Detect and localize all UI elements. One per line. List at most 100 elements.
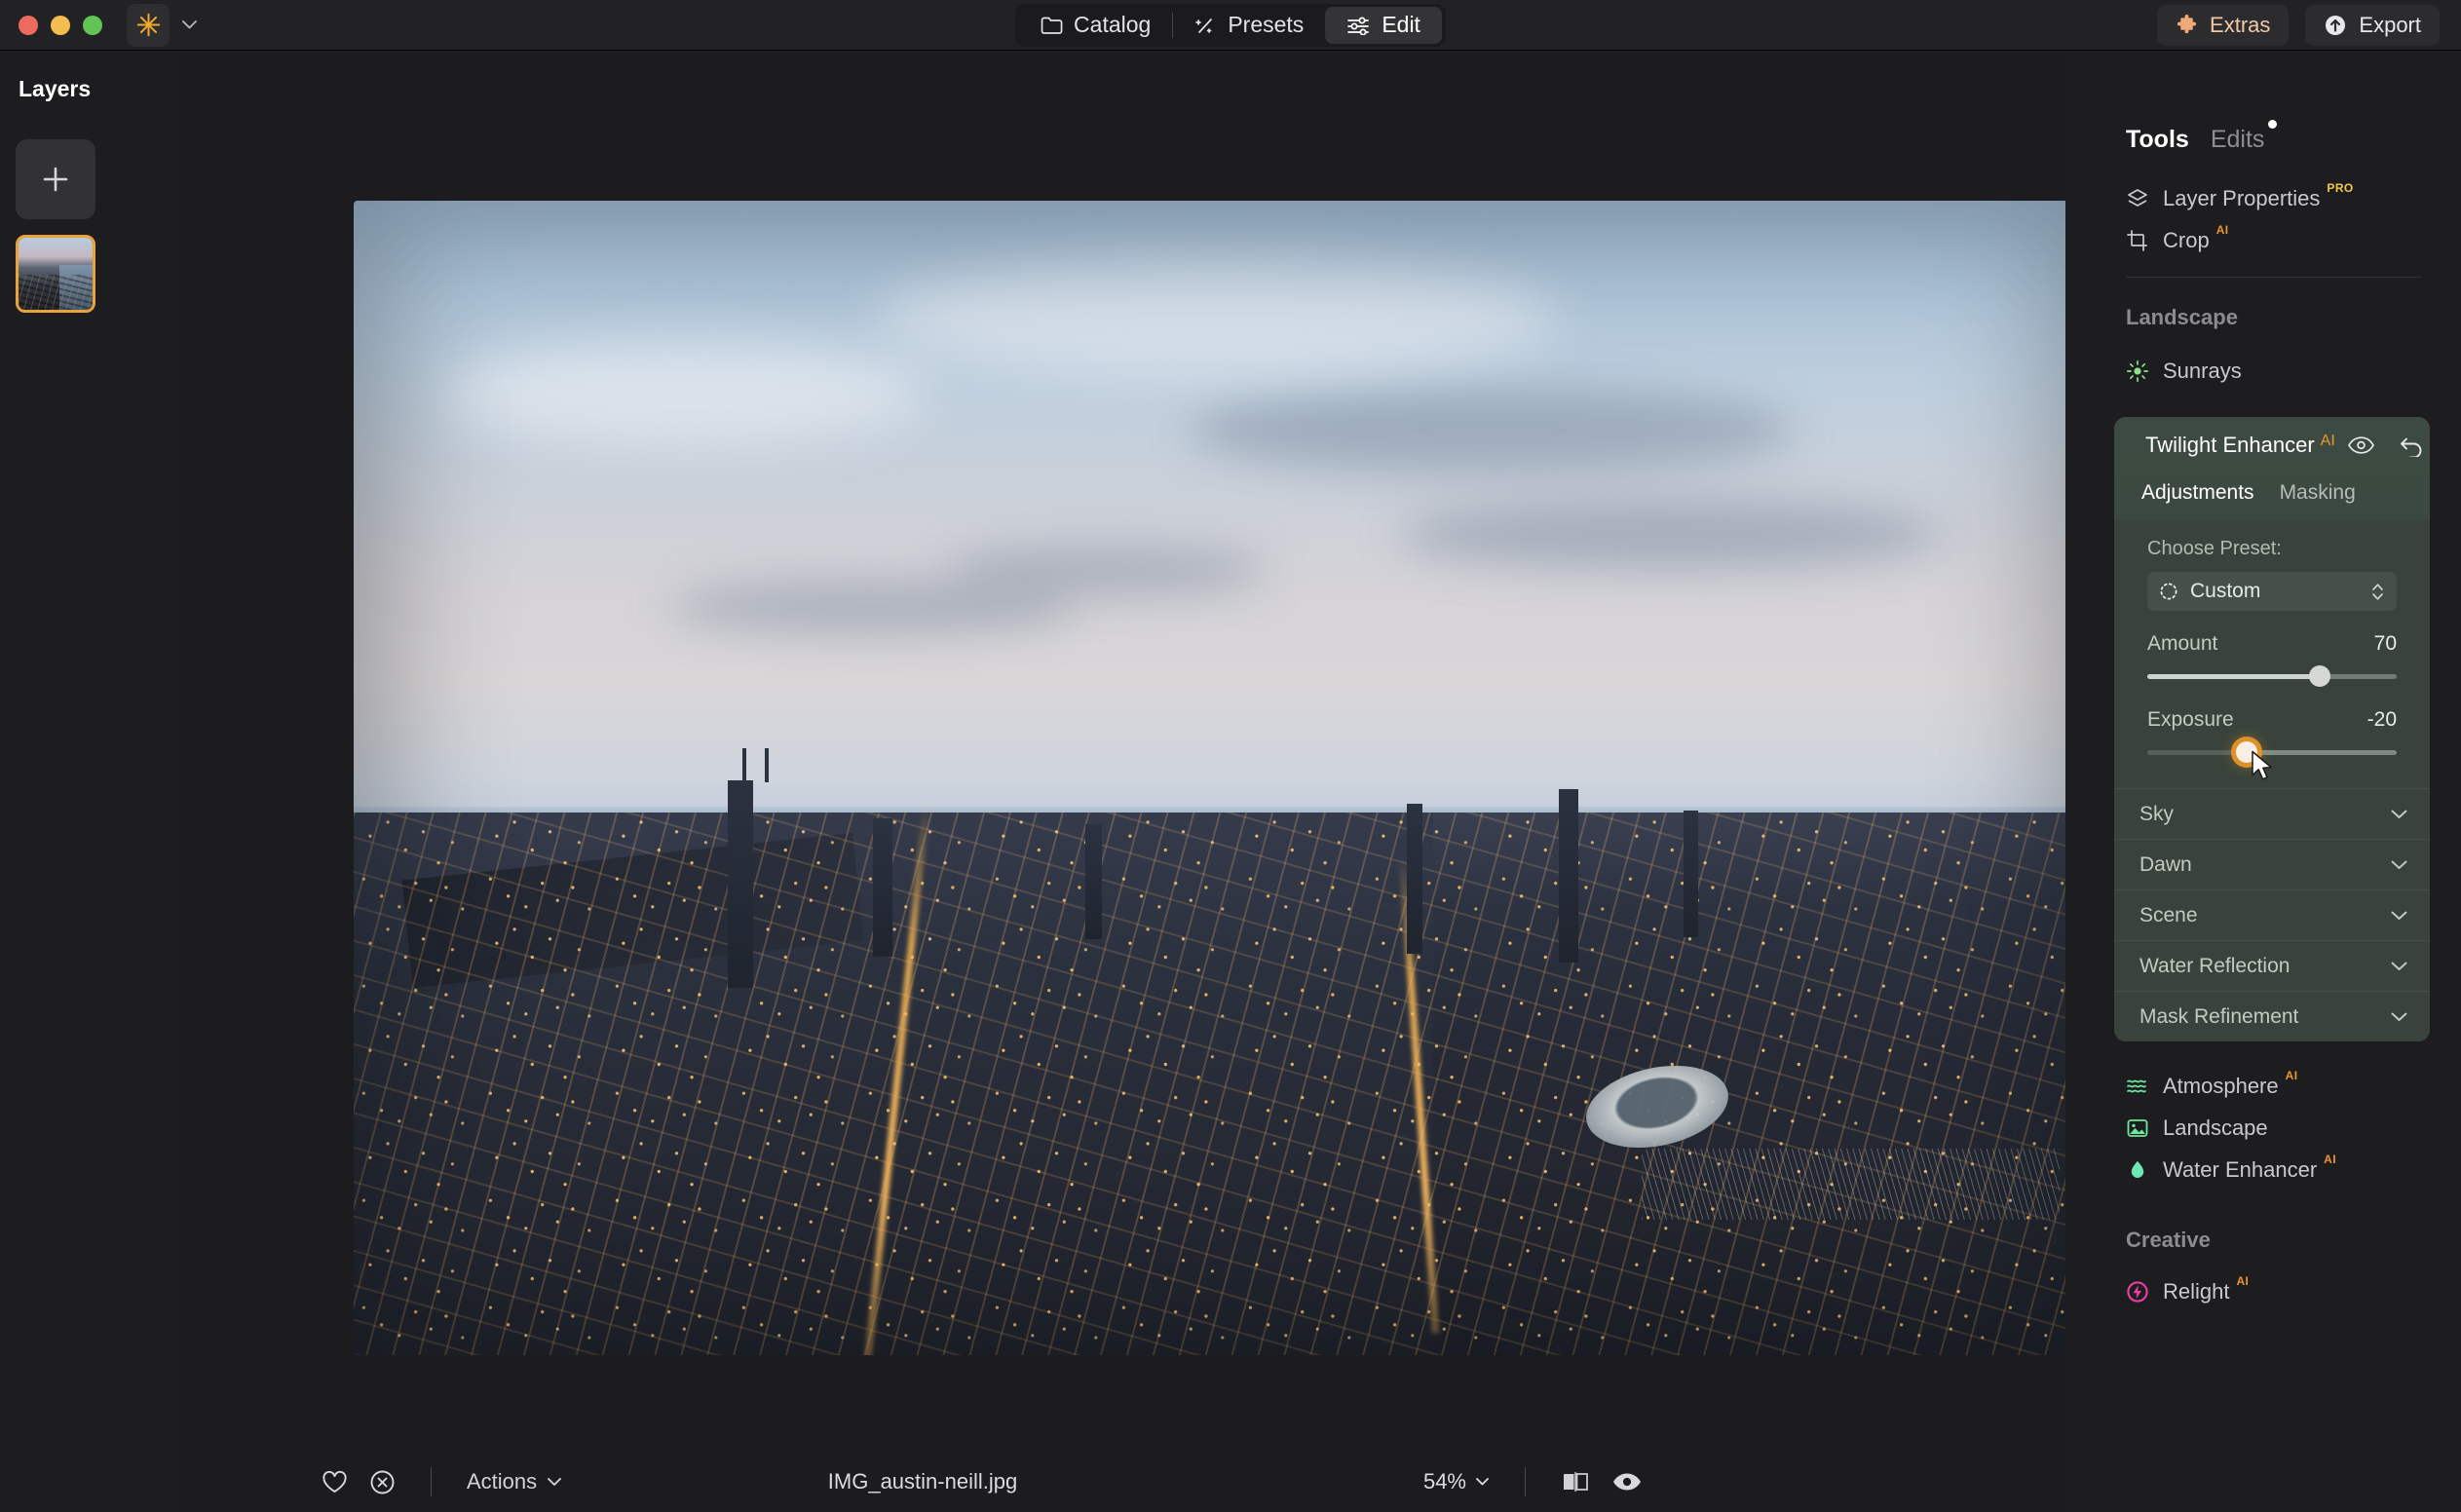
chevron-down-icon (2390, 859, 2408, 871)
reset-icon (2400, 437, 2422, 457)
photo-preview[interactable] (354, 201, 2095, 1355)
subtab-adjustments-label: Adjustments (2141, 481, 2254, 504)
nav-tab-edit[interactable]: Edit (1325, 6, 1442, 44)
tool-item-atmosphere[interactable]: Atmosphere AI (2065, 1065, 2461, 1107)
cloud-shape (945, 547, 1268, 594)
section-scene-label: Scene (2139, 903, 2198, 926)
ai-badge: AI (2236, 1274, 2250, 1288)
layers-panel: Layers (0, 51, 175, 1512)
section-title-creative: Creative (2126, 1228, 2211, 1252)
slider-amount-label: Amount (2147, 632, 2218, 655)
photo-tower (728, 779, 754, 989)
nav-tab-edit-label: Edit (1382, 12, 1420, 37)
photo-marina (1642, 1149, 2061, 1220)
window-controls (19, 15, 102, 35)
slider-exposure-track[interactable] (2147, 741, 2397, 780)
tools-panel-more: Atmosphere AI Landscape Water Enhancer A… (2065, 1041, 2461, 1312)
actions-menu-button[interactable]: Actions (467, 1469, 562, 1494)
zoom-button[interactable] (83, 15, 102, 35)
chevron-down-icon (548, 1478, 562, 1486)
zoom-level-button[interactable]: 54% (1423, 1469, 1490, 1494)
add-layer-button[interactable] (16, 139, 95, 219)
export-button[interactable]: Export (2305, 4, 2440, 46)
tab-edits-label: Edits (2210, 126, 2265, 153)
nav-tab-presets[interactable]: Presets (1173, 7, 1325, 44)
bottom-divider (1525, 1467, 1526, 1496)
tool-item-crop[interactable]: Crop AI (2065, 219, 2461, 261)
toggle-visibility-button[interactable] (2347, 435, 2375, 455)
tool-item-water-enhancer-label: Water Enhancer (2163, 1156, 2318, 1182)
tool-item-water-enhancer[interactable]: Water Enhancer AI (2065, 1149, 2461, 1191)
tab-tools[interactable]: Tools (2126, 126, 2189, 154)
section-scene[interactable]: Scene (2114, 889, 2430, 940)
reset-tool-button[interactable] (2399, 435, 2425, 457)
chevron-down-icon (2390, 809, 2408, 820)
puzzle-piece-icon (2177, 14, 2197, 34)
tool-item-relight-label: Relight (2163, 1278, 2230, 1304)
reject-circle-icon (370, 1470, 395, 1493)
crop-icon (2127, 229, 2147, 251)
wand-sparkle-icon (1195, 18, 1213, 33)
tool-item-sunrays[interactable]: Sunrays (2065, 350, 2461, 392)
extras-label: Extras (2210, 12, 2271, 37)
section-title-landscape: Landscape (2126, 305, 2238, 329)
nav-tab-catalog[interactable]: Catalog (1019, 7, 1172, 44)
preset-label: Choose Preset: (2147, 538, 2282, 559)
layer-thumbnail-item[interactable] (16, 235, 95, 313)
slider-amount-knob[interactable] (2308, 665, 2330, 687)
app-logo-button[interactable] (127, 3, 170, 47)
chevron-down-icon (2390, 1011, 2408, 1023)
app-menu-chevron-icon[interactable] (181, 19, 198, 30)
twilight-enhancer-header[interactable]: Twilight Enhancer AI (2114, 417, 2430, 473)
slider-amount-rail-remaining (2327, 674, 2397, 679)
minimize-button[interactable] (51, 15, 70, 35)
preset-select[interactable]: Custom (2147, 572, 2397, 611)
tool-item-relight[interactable]: Relight AI (2065, 1270, 2461, 1312)
tool-item-landscape[interactable]: Landscape (2065, 1107, 2461, 1149)
section-dawn-label: Dawn (2139, 852, 2192, 876)
extras-button[interactable]: Extras (2157, 4, 2290, 46)
twilight-enhancer-title: Twilight Enhancer (2145, 433, 2315, 457)
slider-amount-value: 70 (2373, 632, 2397, 655)
reject-button[interactable] (369, 1469, 396, 1495)
tab-edits[interactable]: Edits (2210, 120, 2278, 154)
chevron-down-icon (2390, 961, 2408, 972)
slider-amount-track[interactable] (2147, 665, 2397, 687)
bottom-left-actions: Actions (322, 1467, 562, 1496)
eye-icon (1613, 1473, 1641, 1491)
dotted-circle-icon (2160, 583, 2177, 600)
section-dawn[interactable]: Dawn (2114, 839, 2430, 889)
section-mask-refinement[interactable]: Mask Refinement (2114, 991, 2430, 1041)
chevron-down-icon (2390, 910, 2408, 922)
slider-amount-fill (2147, 674, 2315, 679)
tool-item-crop-label: Crop (2163, 227, 2210, 252)
subtab-adjustments[interactable]: Adjustments (2141, 481, 2254, 505)
section-water-reflection[interactable]: Water Reflection (2114, 940, 2430, 991)
slider-exposure-knob[interactable] (2236, 741, 2258, 763)
tools-panel: Tools Edits Layer Properties PRO Crop AI… (2065, 51, 2461, 1512)
section-sky[interactable]: Sky (2114, 788, 2430, 839)
edits-unread-dot (2268, 120, 2278, 129)
preview-toggle-button[interactable] (1611, 1471, 1643, 1493)
twilight-enhancer-body: Choose Preset: Custom Amount 70 Exposure… (2114, 520, 2430, 788)
bottom-divider (431, 1467, 432, 1496)
nav-tab-catalog-label: Catalog (1074, 12, 1152, 37)
close-button[interactable] (19, 15, 38, 35)
slider-exposure-value: -20 (2366, 708, 2397, 731)
compare-button[interactable] (1561, 1469, 1590, 1494)
slider-amount-header: Amount 70 (2147, 632, 2397, 656)
workspace: Layers Actions IMG_austin-neill.jpg 54% … (0, 51, 2461, 1512)
twilight-enhancer-subtabs: Adjustments Masking (2114, 473, 2430, 520)
pro-badge: PRO (2327, 181, 2354, 195)
tool-item-layer-properties[interactable]: Layer Properties PRO (2065, 177, 2461, 219)
favorite-button[interactable] (322, 1470, 348, 1494)
layer-thumbnail-image (19, 238, 93, 310)
photo-city (354, 803, 2095, 1355)
photo-tower (872, 817, 892, 958)
actions-label: Actions (467, 1469, 538, 1493)
subtab-masking[interactable]: Masking (2280, 481, 2356, 505)
ai-badge: AI (2215, 223, 2229, 237)
eye-icon (2347, 436, 2374, 454)
tab-tools-label: Tools (2126, 126, 2189, 153)
cloud-shape (1398, 501, 1945, 570)
